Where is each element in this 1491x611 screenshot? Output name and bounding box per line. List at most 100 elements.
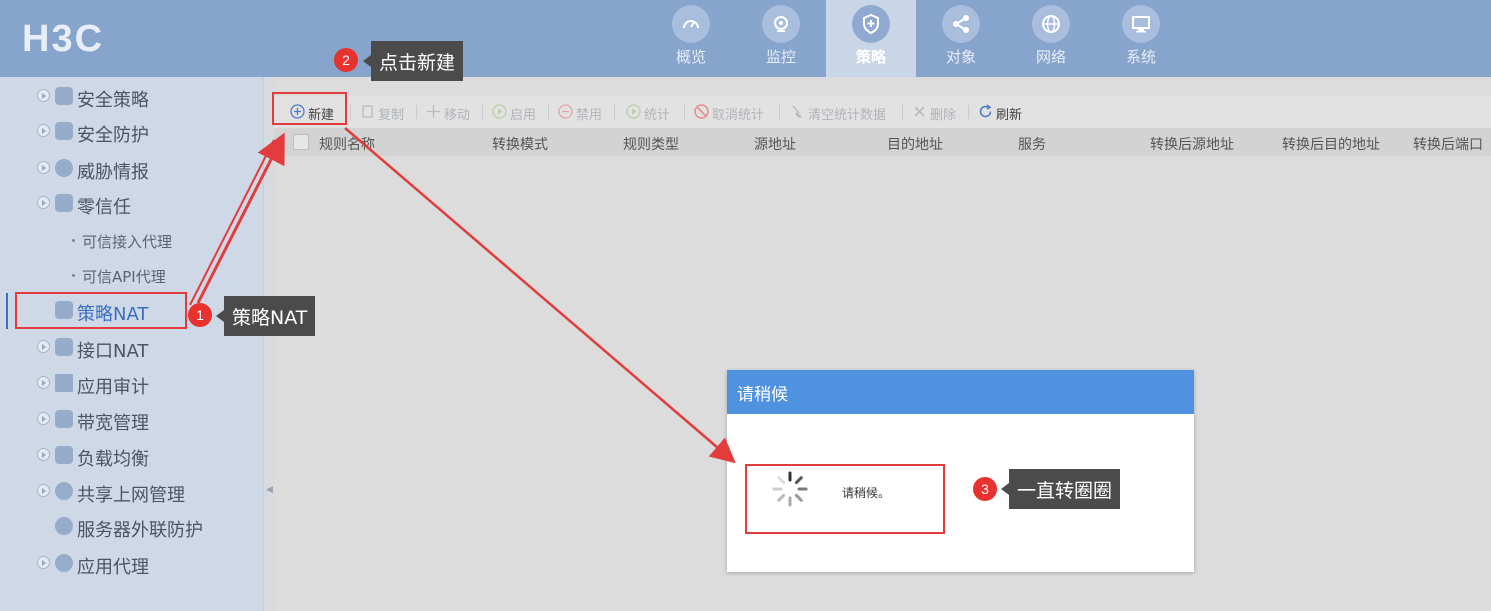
expand-icon	[37, 161, 50, 174]
cancel-statistics-button-label: 取消统计	[712, 108, 765, 123]
top-header: H3C 概览 监控 策略 对象 网络 系统	[0, 0, 1491, 77]
dialog-title: 请稍候	[737, 385, 788, 405]
sidebar-item-zero-trust[interactable]: 零信任	[0, 186, 263, 222]
column-header-translated-port[interactable]: 转换后端口	[1413, 134, 1483, 154]
dialog-title-bar: 请稍候	[727, 370, 1194, 414]
sidebar-item-bandwidth[interactable]: 带宽管理	[0, 402, 263, 438]
annotation-callout-3: 一直转圈圈	[1000, 469, 1121, 509]
refresh-icon	[979, 104, 992, 118]
toolbar-divider	[482, 105, 483, 119]
annotation-box-spinner	[745, 464, 945, 534]
sidebar-item-security-protection[interactable]: 安全防护	[0, 114, 263, 150]
annotation-box-policy-nat	[15, 292, 187, 329]
play-circle-icon	[492, 104, 507, 119]
sidebar-item-threat-intel[interactable]: 威胁情报	[0, 151, 263, 187]
nav-policy[interactable]: 策略	[826, 0, 916, 77]
nav-policy-label: 策略	[855, 48, 886, 66]
nav-system-label: 系统	[1125, 48, 1156, 66]
globe-icon	[1032, 5, 1070, 43]
delete-button-label: 删除	[930, 108, 957, 123]
monitor-icon	[1122, 5, 1160, 43]
expand-icon	[37, 448, 50, 461]
sidebar-item-label: 应用代理	[77, 557, 149, 578]
sidebar-item-label: 应用审计	[77, 377, 149, 398]
expand-icon	[37, 124, 50, 137]
chevron-left-icon: ◀	[266, 485, 273, 495]
sidebar-item-label: 零信任	[77, 197, 131, 218]
expand-icon	[37, 412, 50, 425]
annotation-box-new	[272, 92, 347, 125]
share-icon	[942, 5, 980, 43]
compass-icon	[55, 554, 73, 572]
nav-object-label: 对象	[945, 48, 976, 66]
scale-icon	[55, 446, 73, 464]
column-header-source-address[interactable]: 源地址	[754, 134, 796, 154]
org-chart-icon	[55, 410, 73, 428]
column-header-service[interactable]: 服务	[1018, 134, 1046, 154]
expand-icon	[37, 196, 50, 209]
bullet-dot-icon	[72, 274, 75, 277]
enable-button-label: 启用	[510, 108, 537, 123]
sidebar-collapse-handle[interactable]: ◀	[263, 77, 274, 611]
h3c-logo: H3C	[22, 18, 105, 60]
shield-icon	[55, 517, 73, 535]
toolbar: 新建 复制 移动 启用 禁用 统计 取消统计 清空统计数据 删除 刷新	[274, 96, 1491, 128]
annotation-callout-2: 点击新建	[362, 41, 464, 81]
sidebar-item-label: 共享上网管理	[77, 485, 185, 506]
sidebar-item-security-policy[interactable]: 安全策略	[0, 79, 263, 115]
annotation-callout-1: 策略NAT	[215, 296, 316, 336]
annotation-badge-2: 2	[334, 48, 358, 72]
column-header-rule-name[interactable]: 规则名称	[319, 134, 375, 154]
sidebar-item-trusted-api-proxy[interactable]: 可信API代理	[0, 260, 263, 292]
sidebar-item-label: 可信接入代理	[82, 233, 173, 251]
sidebar: 安全策略 安全防护 威胁情报 零信任 可信接入代理 可信API代理 策略NAT …	[0, 77, 263, 611]
move-icon	[427, 105, 440, 118]
expand-icon	[37, 376, 50, 389]
column-header-translation-mode[interactable]: 转换模式	[492, 134, 548, 154]
nav-system[interactable]: 系统	[1096, 0, 1186, 77]
copy-button-label: 复制	[378, 108, 405, 123]
toolbar-divider	[902, 105, 903, 119]
sidebar-item-label: 可信API代理	[82, 268, 166, 286]
table-header: 规则名称 转换模式 规则类型 源地址 目的地址 服务 转换后源地址 转换后目的地…	[274, 128, 1491, 156]
copy-icon	[362, 105, 373, 118]
active-marker	[6, 293, 8, 329]
nav-monitor-label: 监控	[765, 48, 796, 66]
column-header-destination-address[interactable]: 目的地址	[887, 134, 943, 154]
close-icon	[914, 106, 925, 117]
eye-icon	[55, 159, 73, 177]
grid-icon	[55, 374, 73, 392]
broom-icon	[792, 105, 802, 118]
sidebar-item-label: 负载均衡	[77, 449, 149, 470]
sidebar-item-load-balance[interactable]: 负载均衡	[0, 438, 263, 474]
camera-icon	[762, 5, 800, 43]
sidebar-item-trusted-access-proxy[interactable]: 可信接入代理	[0, 225, 263, 257]
sidebar-item-label: 威胁情报	[77, 162, 149, 183]
move-button-label: 移动	[444, 108, 471, 123]
column-header-translated-source[interactable]: 转换后源地址	[1150, 134, 1234, 154]
statistics-button-label: 统计	[644, 108, 671, 123]
select-all-checkbox[interactable]	[293, 134, 309, 150]
column-header-translated-destination[interactable]: 转换后目的地址	[1282, 134, 1380, 154]
toolbar-divider	[416, 105, 417, 119]
expand-icon	[37, 484, 50, 497]
sidebar-item-label: 安全策略	[77, 90, 149, 111]
sidebar-item-label: 接口NAT	[77, 341, 149, 362]
sidebar-item-server-outbound[interactable]: 服务器外联防护	[0, 509, 263, 545]
toolbar-divider	[614, 105, 615, 119]
nav-overview[interactable]: 概览	[646, 0, 736, 77]
sidebar-item-app-proxy[interactable]: 应用代理	[0, 546, 263, 582]
nat-icon	[55, 338, 73, 356]
nav-object[interactable]: 对象	[916, 0, 1006, 77]
sidebar-item-shared-internet[interactable]: 共享上网管理	[0, 474, 263, 510]
nav-network[interactable]: 网络	[1006, 0, 1096, 77]
column-header-rule-type[interactable]: 规则类型	[623, 134, 679, 154]
annotation-badge-3: 3	[973, 477, 997, 501]
toolbar-divider	[350, 105, 351, 119]
sidebar-item-app-audit[interactable]: 应用审计	[0, 366, 263, 402]
expand-icon	[37, 89, 50, 102]
clear-statistics-button-label: 清空统计数据	[808, 108, 887, 123]
bullet-dot-icon	[72, 239, 75, 242]
nav-monitor[interactable]: 监控	[736, 0, 826, 77]
sidebar-item-label: 带宽管理	[77, 413, 149, 434]
